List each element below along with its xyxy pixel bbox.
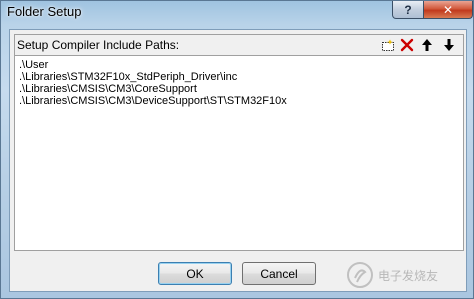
help-icon: ?	[404, 2, 412, 17]
ok-button[interactable]: OK	[158, 262, 232, 285]
list-item[interactable]: .\User	[15, 59, 463, 71]
dialog-client-area: Setup Compiler Include Paths: .\User .\L…	[9, 29, 467, 292]
list-item[interactable]: .\Libraries\CMSIS\CM3\CoreSupport	[15, 83, 463, 95]
group-header: Setup Compiler Include Paths:	[15, 35, 463, 56]
help-button[interactable]: ?	[392, 1, 424, 19]
list-item[interactable]: .\Libraries\STM32F10x_StdPeriph_Driver\i…	[15, 71, 463, 83]
move-down-button[interactable]	[440, 37, 457, 53]
arrow-down-icon	[443, 39, 454, 51]
list-item[interactable]: .\Libraries\CMSIS\CM3\DeviceSupport\ST\S…	[15, 95, 463, 107]
watermark-text: 电子发烧友	[378, 268, 439, 283]
arrow-up-icon	[421, 39, 432, 51]
move-up-button[interactable]	[418, 37, 435, 53]
folder-setup-dialog: Folder Setup ? ✕ Setup Compiler Include …	[0, 0, 474, 299]
include-paths-group: Setup Compiler Include Paths: .\User .\L…	[14, 34, 464, 251]
close-icon: ✕	[442, 2, 454, 17]
include-paths-label: Setup Compiler Include Paths:	[17, 38, 180, 52]
new-folder-icon	[381, 39, 394, 51]
delete-x-icon	[400, 38, 413, 52]
watermark: 电子发烧友	[346, 259, 466, 291]
window-title: Folder Setup	[7, 4, 82, 19]
watermark-logo-icon	[347, 262, 373, 288]
title-bar[interactable]: Folder Setup ? ✕	[1, 1, 473, 25]
include-paths-list[interactable]: .\User .\Libraries\STM32F10x_StdPeriph_D…	[15, 56, 463, 250]
new-path-button[interactable]	[379, 37, 396, 53]
delete-path-button[interactable]	[398, 37, 415, 53]
cancel-button[interactable]: Cancel	[242, 262, 316, 285]
close-button[interactable]: ✕	[423, 1, 473, 19]
